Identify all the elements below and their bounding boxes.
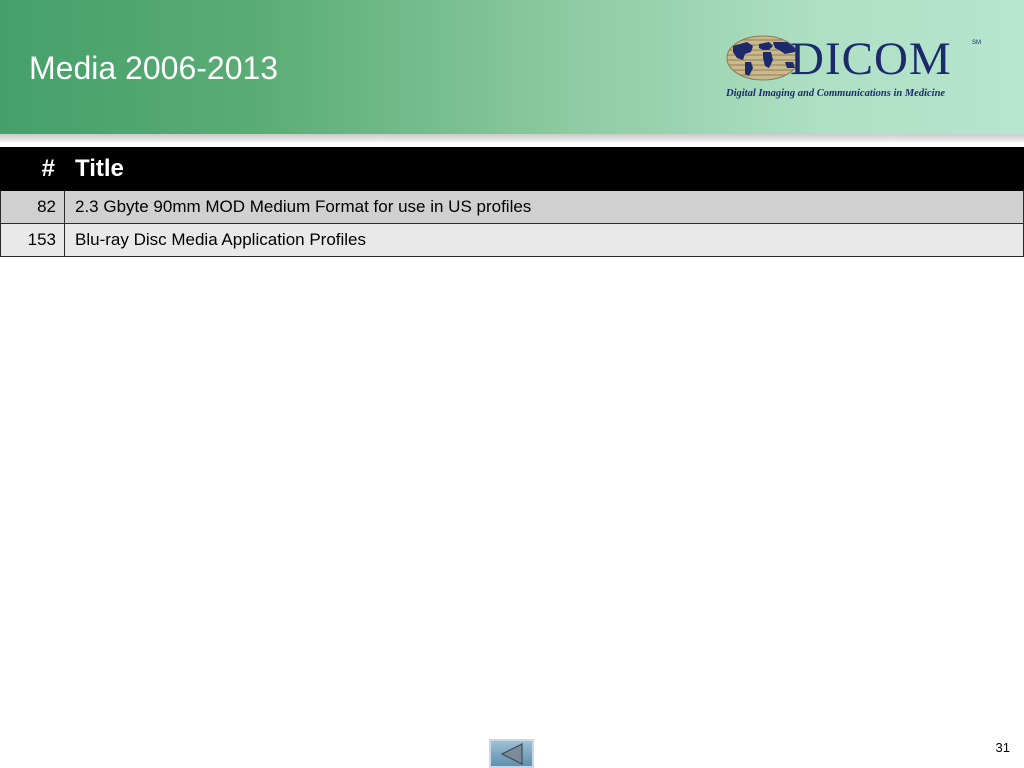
column-header-number: # xyxy=(0,147,65,191)
table-row: 82 2.3 Gbyte 90mm MOD Medium Format for … xyxy=(0,190,1024,224)
dicom-logo: DICOM SM Digital Imaging and Communicati… xyxy=(722,30,990,104)
page-number: 31 xyxy=(995,740,1010,755)
row-title-cell: Blu-ray Disc Media Application Profiles xyxy=(64,223,1024,257)
slide: Media 2006-2013 DICOM SM Digital Imaging… xyxy=(0,0,1024,768)
media-table: # Title 82 2.3 Gbyte 90mm MOD Medium For… xyxy=(0,147,1024,257)
header-divider xyxy=(0,134,1024,142)
header-band: Media 2006-2013 DICOM SM Digital Imaging… xyxy=(0,0,1024,134)
row-number-cell: 82 xyxy=(0,190,65,224)
table-row: 153 Blu-ray Disc Media Application Profi… xyxy=(0,223,1024,257)
row-number-cell: 153 xyxy=(0,223,65,257)
previous-slide-button[interactable] xyxy=(489,739,534,768)
column-header-title: Title xyxy=(64,147,1024,191)
logo-wordmark: DICOM xyxy=(790,33,952,85)
slide-title: Media 2006-2013 xyxy=(29,50,279,86)
table-header-row: # Title xyxy=(0,147,1024,191)
row-title-cell: 2.3 Gbyte 90mm MOD Medium Format for use… xyxy=(64,190,1024,224)
triangle-left-icon xyxy=(500,743,523,765)
logo-service-mark: SM xyxy=(972,40,981,46)
logo-tagline: Digital Imaging and Communications in Me… xyxy=(726,88,946,99)
